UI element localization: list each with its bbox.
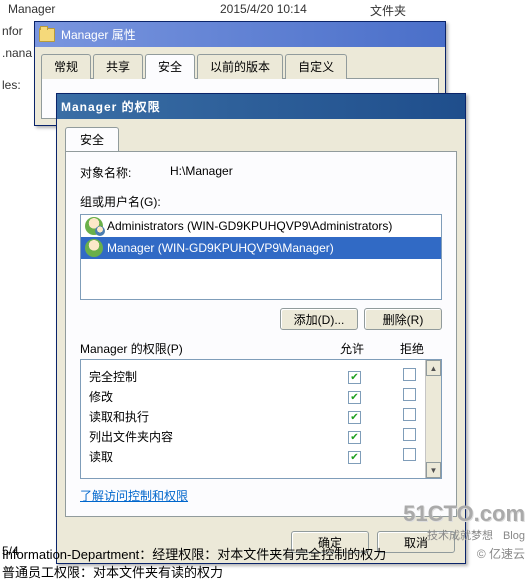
perm-row-list-contents: 列出文件夹内容 ✔	[89, 426, 437, 446]
properties-title-bar[interactable]: Manager 属性	[35, 22, 445, 47]
tab-security-inner[interactable]: 安全	[65, 127, 119, 151]
folder-icon	[39, 28, 55, 42]
user-item-label: Manager (WIN-GD9KPUHQVP9\Manager)	[107, 241, 334, 255]
add-button[interactable]: 添加(D)...	[280, 308, 358, 330]
folder-date: 2015/4/20 10:14	[220, 2, 370, 19]
tab-general[interactable]: 常规	[41, 54, 91, 79]
folder-name: Manager	[0, 2, 220, 19]
allow-label: 允许	[322, 340, 382, 357]
user-item-administrators[interactable]: Administrators (WIN-GD9KPUHQVP9\Administ…	[81, 215, 441, 237]
watermark-logo: 51CTO.com	[403, 501, 525, 527]
explorer-row: Manager 2015/4/20 10:14 文件夹	[0, 2, 406, 19]
scrollbar[interactable]: ▲ ▼	[425, 360, 441, 478]
allow-checkbox[interactable]: ✔	[348, 431, 361, 444]
perm-row-read-execute: 读取和执行 ✔	[89, 406, 437, 426]
user-icon	[85, 239, 103, 257]
user-item-manager[interactable]: Manager (WIN-GD9KPUHQVP9\Manager)	[81, 237, 441, 259]
allow-checkbox[interactable]: ✔	[348, 391, 361, 404]
remove-button[interactable]: 删除(R)	[364, 308, 442, 330]
background-fragments: nfor .nana les:	[0, 20, 32, 96]
user-buttons: 添加(D)... 删除(R)	[80, 308, 442, 330]
allow-checkbox[interactable]: ✔	[348, 451, 361, 464]
tab-sharing[interactable]: 共享	[93, 54, 143, 79]
allow-checkbox[interactable]: ✔	[348, 371, 361, 384]
properties-title: Manager 属性	[61, 26, 136, 43]
deny-checkbox[interactable]	[403, 428, 416, 441]
group-users-label: 组或用户名(G):	[80, 193, 442, 210]
deny-checkbox[interactable]	[403, 388, 416, 401]
tab-customize[interactable]: 自定义	[285, 54, 347, 79]
permissions-header: Manager 的权限(P) 允许 拒绝	[80, 340, 442, 357]
watermark: 51CTO.com 技术成就梦想 Blog © 亿速云	[403, 501, 525, 562]
tab-previous[interactable]: 以前的版本	[197, 54, 283, 79]
watermark-cloud: © 亿速云	[403, 545, 525, 562]
permissions-title-label: Manager 的权限(P)	[80, 340, 322, 357]
learn-more-link[interactable]: 了解访问控制和权限	[80, 487, 188, 504]
permissions-tabs: 安全	[65, 127, 457, 151]
folder-type: 文件夹	[370, 2, 406, 19]
permissions-title-bar[interactable]: Manager 的权限	[57, 94, 465, 119]
perm-row-read: 读取 ✔	[89, 446, 437, 466]
deny-checkbox[interactable]	[403, 448, 416, 461]
user-item-label: Administrators (WIN-GD9KPUHQVP9\Administ…	[107, 219, 392, 233]
permissions-dialog: Manager 的权限 安全 对象名称: H:\Manager 组或用户名(G)…	[56, 93, 466, 564]
object-name-value: H:\Manager	[170, 164, 233, 181]
permissions-body: 对象名称: H:\Manager 组或用户名(G): Administrator…	[65, 151, 457, 517]
perm-row-modify: 修改 ✔	[89, 386, 437, 406]
scroll-down-icon[interactable]: ▼	[426, 462, 441, 478]
object-name-row: 对象名称: H:\Manager	[80, 164, 442, 181]
permissions-list: ▲ ▼ 完全控制 ✔ 修改 ✔ 读取和执行 ✔ 列出文件夹内容 ✔	[80, 359, 442, 479]
scroll-up-icon[interactable]: ▲	[426, 360, 441, 376]
object-name-label: 对象名称:	[80, 164, 170, 181]
footer-text: Information-Department：经理权限：对本文件夹有完全控制的权…	[2, 546, 386, 582]
deny-checkbox[interactable]	[403, 368, 416, 381]
permissions-title: Manager 的权限	[61, 98, 161, 115]
tab-security[interactable]: 安全	[145, 54, 195, 79]
users-group-icon	[85, 217, 103, 235]
properties-tabs: 常规 共享 安全 以前的版本 自定义	[41, 53, 439, 79]
deny-checkbox[interactable]	[403, 408, 416, 421]
allow-checkbox[interactable]: ✔	[348, 411, 361, 424]
perm-row-full-control: 完全控制 ✔	[89, 366, 437, 386]
deny-label: 拒绝	[382, 340, 442, 357]
user-list[interactable]: Administrators (WIN-GD9KPUHQVP9\Administ…	[80, 214, 442, 300]
